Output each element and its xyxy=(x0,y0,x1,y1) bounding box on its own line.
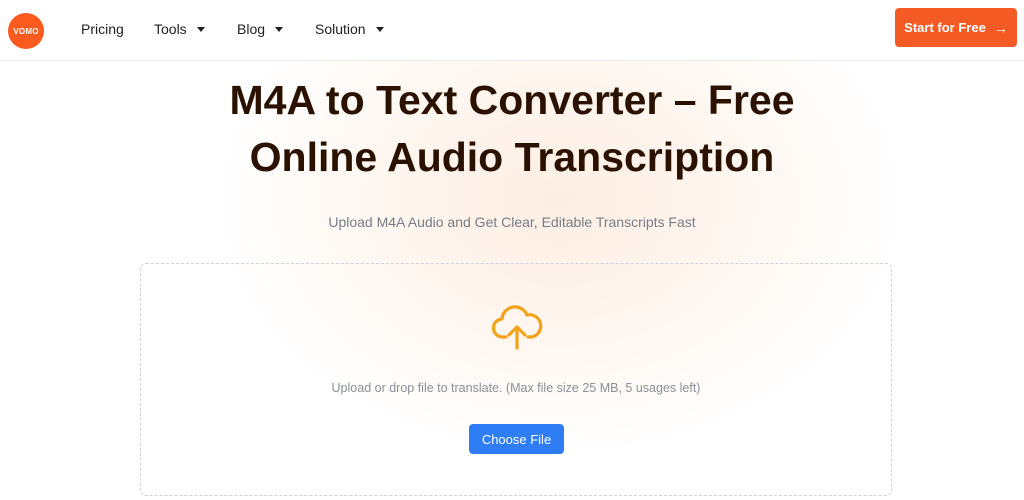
page-title-line-1: M4A to Text Converter – Free xyxy=(229,77,795,123)
nav-pricing[interactable]: Pricing xyxy=(81,19,124,39)
nav-solution[interactable]: Solution xyxy=(315,19,384,39)
nav-tools-label: Tools xyxy=(154,21,187,37)
vomo-logo[interactable]: VOMO xyxy=(8,13,44,49)
page-title: M4A to Text Converter – Free Online Audi… xyxy=(112,72,912,186)
nav-solution-label: Solution xyxy=(315,21,366,37)
logo-text: VOMO xyxy=(13,26,39,36)
chevron-down-icon xyxy=(375,27,384,32)
top-navbar: VOMO Pricing Tools Blog Solution Start f… xyxy=(0,0,1024,61)
upload-hint: Upload or drop file to translate. (Max f… xyxy=(331,381,701,395)
cloud-upload-icon xyxy=(491,305,543,350)
chevron-down-icon xyxy=(275,27,284,32)
page: VOMO Pricing Tools Blog Solution Start f… xyxy=(0,0,1024,500)
start-for-free-label: Start for Free xyxy=(904,20,986,35)
nav-tools[interactable]: Tools xyxy=(154,19,205,39)
arrow-right-icon: → xyxy=(993,19,1008,36)
nav-pricing-label: Pricing xyxy=(81,21,124,37)
start-for-free-button[interactable]: Start for Free → xyxy=(895,8,1017,47)
file-dropzone[interactable]: Upload or drop file to translate. (Max f… xyxy=(140,263,892,496)
choose-file-button[interactable]: Choose File xyxy=(469,424,564,454)
nav-blog-label: Blog xyxy=(237,21,266,37)
nav-blog[interactable]: Blog xyxy=(237,19,284,39)
page-title-line-2: Online Audio Transcription xyxy=(249,134,775,180)
page-subtitle: Upload M4A Audio and Get Clear, Editable… xyxy=(328,214,696,230)
chevron-down-icon xyxy=(196,27,205,32)
